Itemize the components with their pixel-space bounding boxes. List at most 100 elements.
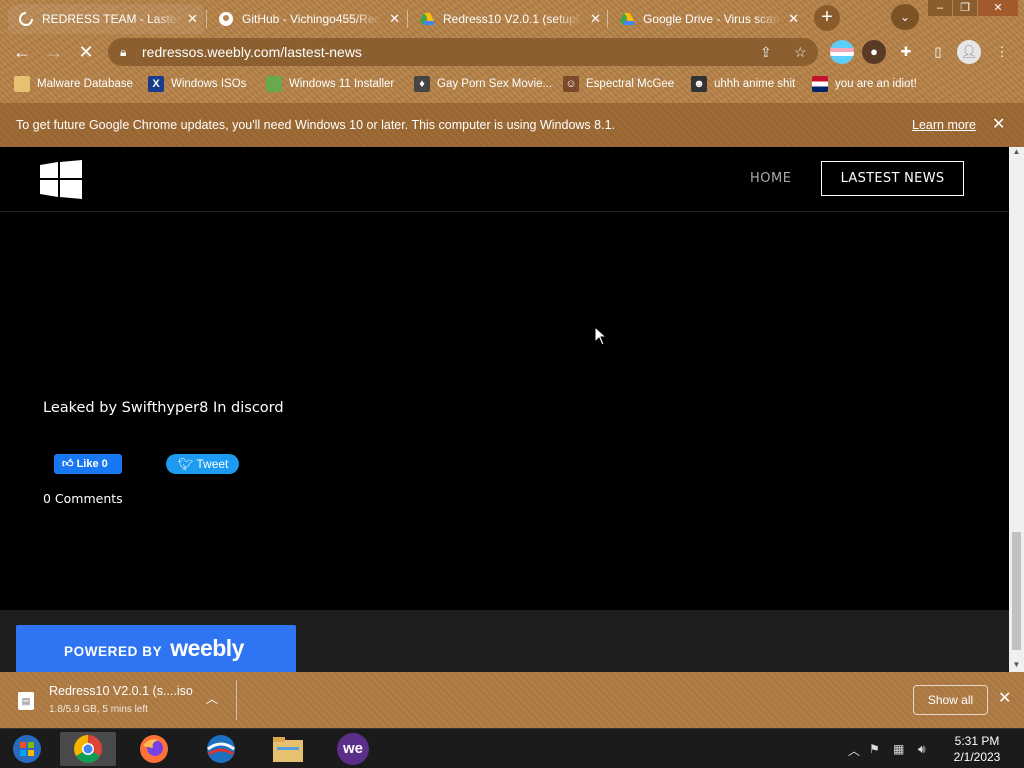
- web-page: HOME LASTEST NEWS Leaked by Swifthyper8 …: [0, 147, 1009, 672]
- outlook-icon: [207, 735, 235, 763]
- volume-icon[interactable]: 🔊︎: [918, 742, 926, 757]
- chevron-down-icon: ⌄: [899, 10, 911, 24]
- show-all-downloads-button[interactable]: Show all: [913, 685, 988, 715]
- tab-title: GitHub - Vichingo455/Redress10: [242, 12, 382, 26]
- mouse-pointer-icon: [594, 326, 608, 346]
- taskbar-file-explorer[interactable]: [260, 732, 316, 766]
- loading-spinner-icon: [19, 12, 33, 26]
- bookmark-anime[interactable]: ☻ uhhh anime shit: [691, 74, 795, 94]
- close-tab-icon[interactable]: ✕: [590, 11, 601, 27]
- github-icon: [219, 12, 233, 26]
- bookmark-label: uhhh anime shit: [714, 78, 796, 90]
- facebook-like-button[interactable]: 👍︎ Like 0: [54, 454, 122, 474]
- tab-redress10-drive[interactable]: Redress10 V2.0.1 (setupPrep) ✕: [409, 4, 607, 34]
- scroll-up-arrow-icon[interactable]: ▲: [1009, 147, 1024, 159]
- new-tab-button[interactable]: +: [814, 5, 840, 31]
- tab-separator: [206, 10, 207, 28]
- close-tab-icon[interactable]: ✕: [389, 11, 400, 27]
- download-status: 1.8/5.9 GB, 5 mins left: [49, 704, 148, 715]
- close-window-button[interactable]: ✕: [978, 0, 1018, 16]
- extension-flag-icon[interactable]: [830, 40, 854, 64]
- windows-logo-icon[interactable]: [40, 160, 82, 199]
- bookmark-label: Gay Porn Sex Movie...: [437, 78, 553, 90]
- tab-google-drive-scan[interactable]: Google Drive - Virus scan warning ✕: [609, 4, 805, 34]
- stop-loading-button[interactable]: ✕: [74, 40, 98, 64]
- taskbar-firefox[interactable]: [126, 732, 182, 766]
- back-button[interactable]: ←: [10, 40, 34, 64]
- minimize-button[interactable]: –: [928, 0, 952, 16]
- extension-avatar-icon[interactable]: ●: [862, 40, 886, 64]
- learn-more-link[interactable]: Learn more: [912, 103, 976, 147]
- taskbar-clock[interactable]: 5:31 PM 2/1/2023: [945, 733, 1009, 765]
- downloads-bar: ▤ Redress10 V2.0.1 (s....iso 1.8/5.9 GB,…: [0, 672, 1024, 728]
- site-icon: ♦: [414, 76, 430, 92]
- extensions-puzzle-icon[interactable]: ✚: [894, 40, 918, 64]
- share-icon[interactable]: ⇪: [760, 38, 772, 66]
- file-icon: ▤: [18, 692, 34, 710]
- bookmark-windows-11-installer[interactable]: Windows 11 Installer: [266, 74, 394, 94]
- profile-avatar-icon[interactable]: 👤︎: [957, 40, 981, 64]
- site-footer: POWERED BY weebly: [0, 610, 1009, 672]
- scrollbar-thumb[interactable]: [1012, 532, 1021, 650]
- browser-frame: REDRESS TEAM - Lastest News ✕ GitHub - V…: [0, 0, 1024, 103]
- bookmark-windows-isos[interactable]: X Windows ISOs: [148, 74, 246, 94]
- google-drive-icon: [420, 13, 434, 25]
- start-button[interactable]: [0, 732, 54, 766]
- bookmark-star-icon[interactable]: ☆: [794, 38, 807, 66]
- bookmark-label: Windows ISOs: [171, 78, 247, 90]
- tab-title: Google Drive - Virus scan warning: [643, 12, 783, 26]
- weebly-wordmark: weebly: [170, 635, 244, 661]
- taskbar-outlook[interactable]: [193, 732, 249, 766]
- close-tab-icon[interactable]: ✕: [788, 11, 799, 27]
- tab-redress-team[interactable]: REDRESS TEAM - Lastest News ✕: [8, 4, 204, 34]
- bookmark-label: Malware Database: [37, 78, 133, 90]
- tab-separator: [407, 10, 408, 28]
- nav-latest-news-button[interactable]: LASTEST NEWS: [821, 161, 964, 196]
- menu-kebab-icon[interactable]: ⋮: [990, 40, 1014, 64]
- download-item[interactable]: ▤ Redress10 V2.0.1 (s....iso 1.8/5.9 GB,…: [10, 680, 236, 720]
- face-icon: ☺: [563, 76, 579, 92]
- bookmark-label: you are an idiot!: [835, 78, 917, 90]
- tab-github[interactable]: GitHub - Vichingo455/Redress10 ✕: [208, 4, 406, 34]
- bookmark-you-are-an-idiot[interactable]: you are an idiot!: [812, 74, 917, 94]
- powered-by-weebly-badge[interactable]: POWERED BY weebly: [16, 625, 296, 672]
- anime-icon: ☻: [691, 76, 707, 92]
- bookmark-espectral-mcgee[interactable]: ☺ Espectral McGee: [563, 74, 674, 94]
- comments-count-link[interactable]: 0 Comments: [43, 491, 123, 506]
- download-filename: Redress10 V2.0.1 (s....iso: [49, 684, 193, 698]
- firefox-icon: [140, 735, 168, 763]
- tab-title: REDRESS TEAM - Lastest News: [42, 12, 182, 26]
- windows-taskbar: we ︿ ⚑ ▦ 🔊︎ 5:31 PM 2/1/2023: [0, 728, 1024, 768]
- update-infobar: To get future Google Chrome updates, you…: [0, 103, 1024, 147]
- tweet-button[interactable]: 🐦︎ Tweet: [166, 454, 239, 474]
- lock-icon[interactable]: 🔒︎: [120, 38, 126, 66]
- page-scrollbar[interactable]: ▲ ▼: [1009, 147, 1024, 672]
- google-drive-icon: [620, 13, 634, 25]
- taskbar-chrome[interactable]: [60, 732, 116, 766]
- forward-button[interactable]: →: [42, 40, 66, 64]
- infobar-message: To get future Google Chrome updates, you…: [16, 118, 615, 132]
- taskbar-weebly-app[interactable]: we: [325, 732, 381, 766]
- nav-home-link[interactable]: HOME: [750, 171, 791, 186]
- flag-icon: [812, 76, 828, 92]
- bookmark-site[interactable]: ♦ Gay Porn Sex Movie...: [414, 74, 552, 94]
- close-infobar-icon[interactable]: ✕: [992, 103, 1005, 147]
- show-hidden-icons-icon[interactable]: ︿: [848, 742, 860, 759]
- scroll-down-arrow-icon[interactable]: ▼: [1009, 660, 1024, 672]
- network-icon[interactable]: ▦: [893, 742, 904, 756]
- windows-start-icon: [13, 735, 41, 763]
- x-icon: X: [148, 76, 164, 92]
- tab-search-button[interactable]: ⌄: [891, 4, 919, 30]
- close-tab-icon[interactable]: ✕: [187, 11, 198, 27]
- chevron-up-icon[interactable]: ︿: [206, 690, 218, 707]
- thumbs-up-icon: 👍︎: [62, 458, 77, 470]
- download-separator: [236, 680, 237, 720]
- weebly-app-icon: we: [337, 733, 369, 765]
- side-panel-icon[interactable]: ▯: [926, 40, 950, 64]
- bookmark-malware-database[interactable]: Malware Database: [14, 74, 133, 94]
- close-downloads-bar-icon[interactable]: ✕: [998, 688, 1011, 708]
- address-bar[interactable]: 🔒︎ redressos.weebly.com/lastest-news ⇪ ☆: [108, 38, 818, 66]
- post-body-text: Leaked by Swifthyper8 In discord: [43, 400, 284, 416]
- restore-button[interactable]: ❐: [953, 0, 977, 16]
- action-center-flag-icon[interactable]: ⚑: [869, 742, 880, 756]
